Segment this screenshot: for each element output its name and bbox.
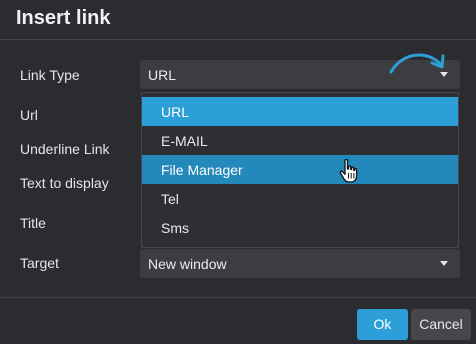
- insert-link-dialog: Insert link Link Type URL Url Underline …: [0, 0, 476, 344]
- target-label: Target: [20, 255, 59, 271]
- dropdown-item-email[interactable]: E-MAIL: [142, 126, 458, 155]
- hand-pointer-icon: [339, 158, 358, 183]
- dialog-title: Insert link: [16, 7, 111, 29]
- cancel-button[interactable]: Cancel: [411, 309, 471, 340]
- link-type-value: URL: [148, 67, 177, 83]
- url-label: Url: [20, 107, 38, 123]
- curved-arrow-icon: [389, 53, 445, 74]
- title-label: Title: [20, 215, 46, 231]
- dialog-header: Insert link: [0, 0, 476, 40]
- chevron-down-icon: [440, 261, 448, 266]
- dropdown-item-url[interactable]: URL: [142, 97, 458, 126]
- dropdown-item-file-manager[interactable]: File Manager: [142, 155, 458, 184]
- ok-button[interactable]: Ok: [357, 309, 408, 340]
- underline-link-label: Underline Link: [20, 141, 110, 157]
- link-type-dropdown: URL E-MAIL File Manager Tel Sms: [141, 92, 459, 248]
- target-value: New window: [148, 256, 227, 272]
- dropdown-item-tel[interactable]: Tel: [142, 184, 458, 213]
- dropdown-item-sms[interactable]: Sms: [142, 213, 458, 242]
- text-to-display-label: Text to display: [20, 175, 109, 191]
- link-type-label: Link Type: [20, 67, 80, 83]
- target-select[interactable]: New window: [140, 249, 460, 278]
